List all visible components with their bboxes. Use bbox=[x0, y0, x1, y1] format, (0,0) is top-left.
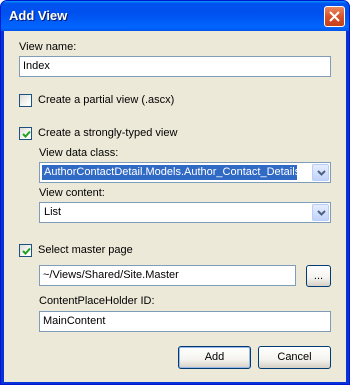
view-content-dropdown-button[interactable] bbox=[312, 204, 329, 221]
close-icon bbox=[329, 11, 340, 22]
view-data-class-label: View data class: bbox=[39, 147, 119, 159]
view-name-input[interactable]: Index bbox=[19, 56, 331, 77]
add-button[interactable]: Add bbox=[178, 346, 251, 369]
strongly-typed-checkbox[interactable] bbox=[19, 127, 32, 140]
partial-view-checkbox[interactable] bbox=[19, 94, 32, 107]
view-name-label: View name: bbox=[19, 41, 77, 53]
partial-view-label[interactable]: Create a partial view (.ascx) bbox=[38, 94, 174, 106]
chevron-down-icon bbox=[317, 210, 326, 216]
close-button[interactable] bbox=[324, 6, 345, 27]
view-content-value: List bbox=[44, 206, 62, 218]
add-view-dialog: Add View View name: Index Create a parti… bbox=[0, 0, 350, 385]
browse-button[interactable]: ... bbox=[306, 265, 331, 287]
placeholder-id-label: ContentPlaceHolder ID: bbox=[39, 295, 155, 307]
dialog-body: View name: Index Create a partial view (… bbox=[4, 31, 346, 382]
checkmark-icon bbox=[22, 130, 31, 138]
view-data-class-value: AuthorContactDetail.Models.Author_Contac… bbox=[42, 165, 297, 180]
master-page-checkbox[interactable] bbox=[19, 244, 32, 257]
placeholder-id-input[interactable]: MainContent bbox=[39, 311, 331, 332]
master-page-input[interactable]: ~/Views/Shared/Site.Master bbox=[39, 265, 296, 286]
strongly-typed-label[interactable]: Create a strongly-typed view bbox=[38, 127, 177, 139]
view-data-class-dropdown-button[interactable] bbox=[312, 164, 329, 181]
checkmark-icon bbox=[22, 247, 31, 255]
chevron-down-icon bbox=[317, 170, 326, 176]
master-page-label[interactable]: Select master page bbox=[38, 244, 133, 256]
view-data-class-select[interactable]: AuthorContactDetail.Models.Author_Contac… bbox=[39, 162, 331, 183]
cancel-button[interactable]: Cancel bbox=[258, 346, 331, 369]
window-title: Add View bbox=[9, 8, 68, 23]
title-bar[interactable]: Add View bbox=[1, 1, 349, 31]
view-content-label: View content: bbox=[39, 187, 105, 199]
view-content-select[interactable]: List bbox=[39, 202, 331, 223]
